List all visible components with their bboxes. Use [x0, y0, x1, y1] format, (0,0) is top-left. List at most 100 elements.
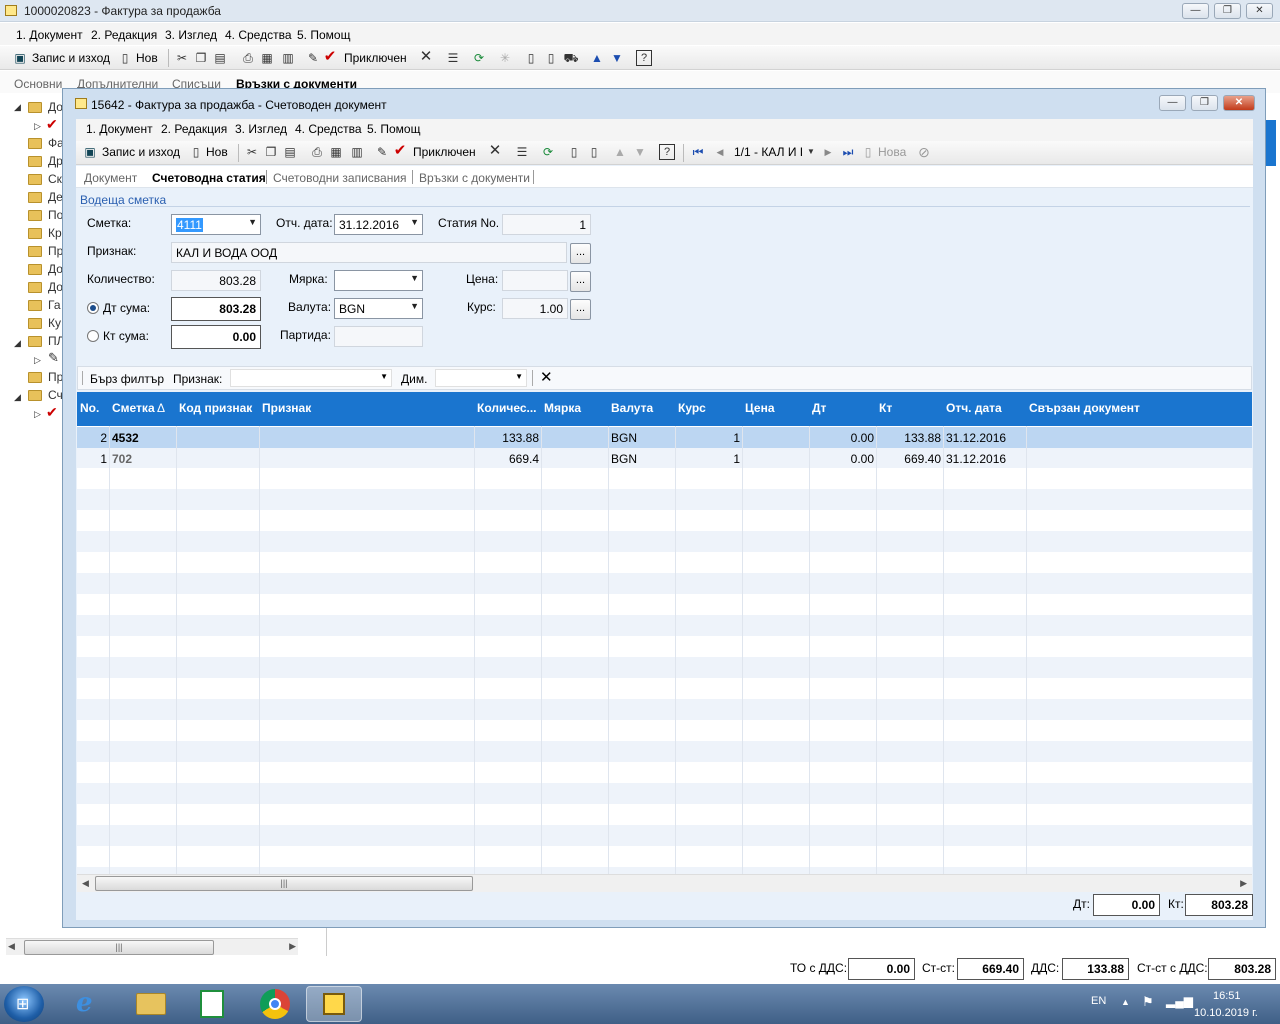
outer-vscroll-thumb[interactable]	[1266, 120, 1276, 166]
edit-icon[interactable]: ✎	[305, 50, 321, 66]
debit-field[interactable]: 803.28	[171, 297, 261, 321]
measure-combo[interactable]: ▼	[334, 270, 423, 291]
minimize-button[interactable]: —	[1182, 3, 1209, 19]
dlg-arrow-down-icon[interactable]: ▼	[632, 144, 648, 160]
tree-item[interactable]: Де	[48, 190, 63, 204]
prev-record-icon[interactable]: ◀	[712, 144, 728, 160]
dlg-menu-help[interactable]: 5. Помощ	[367, 122, 420, 136]
settings-icon[interactable]: ✳	[497, 50, 513, 66]
debit-radio[interactable]	[87, 302, 99, 314]
col-no[interactable]: No.	[80, 401, 99, 415]
dlg-copy-icon[interactable]: ❐	[263, 144, 279, 160]
page-icon[interactable]: ▯	[523, 50, 539, 66]
col-credit[interactable]: Кт	[879, 401, 892, 415]
tree-item[interactable]: До	[48, 280, 63, 294]
menu-help[interactable]: 5. Помощ	[297, 28, 350, 42]
dlg-refresh-icon[interactable]: ⟳	[540, 144, 556, 160]
account-combo[interactable]: 4111 ▼	[171, 214, 261, 235]
rate-lookup-button[interactable]: ...	[570, 299, 591, 320]
tree-item[interactable]: До	[48, 262, 63, 276]
dlg-cut-icon[interactable]: ✂	[244, 144, 260, 160]
record-navigator[interactable]: 1/1 - КАЛ И І	[734, 145, 803, 159]
tree-item[interactable]: Кр	[48, 226, 62, 240]
credit-radio[interactable]	[87, 330, 99, 342]
print-icon[interactable]: ⎙	[240, 50, 256, 66]
clock-time[interactable]: 16:51	[1213, 990, 1241, 1002]
cancel-icon[interactable]: ✕	[418, 49, 434, 65]
page2-icon[interactable]: ▯	[543, 50, 559, 66]
date-field[interactable]: 31.12.2016 ▼	[334, 214, 423, 235]
dlg-edit-icon[interactable]: ✎	[374, 144, 390, 160]
start-button[interactable]: ⊞	[4, 986, 44, 1022]
network-icon[interactable]: ▂▄▆	[1166, 994, 1193, 1008]
col-debit[interactable]: Дт	[812, 401, 826, 415]
col-currency[interactable]: Валута	[611, 401, 653, 415]
dlg-arrow-up-icon[interactable]: ▲	[612, 144, 628, 160]
col-measure[interactable]: Мярка	[544, 401, 581, 415]
tree-item[interactable]: До	[48, 100, 63, 114]
tree-item[interactable]: Др	[48, 154, 63, 168]
dlg-save-exit-button[interactable]: Запис и изход	[102, 145, 180, 159]
cart-icon[interactable]: ⛟	[563, 50, 579, 66]
qty-field[interactable]: 803.28	[171, 270, 261, 291]
nav-dropdown-icon[interactable]: ▼	[803, 144, 819, 160]
language-indicator[interactable]: EN	[1091, 995, 1106, 1007]
outer-new-button[interactable]: Нов	[136, 51, 158, 65]
ie-taskbar-button[interactable]: e	[62, 986, 118, 1022]
outer-save-exit-button[interactable]: Запис и изход	[32, 51, 110, 65]
explorer-taskbar-button[interactable]	[122, 986, 178, 1022]
feature-lookup-button[interactable]: ...	[570, 243, 591, 264]
spreadsheet-taskbar-button[interactable]	[184, 986, 240, 1022]
clear-filter-icon[interactable]: ✕	[540, 368, 553, 386]
tree-item[interactable]: Ку	[48, 316, 61, 330]
refresh-icon[interactable]: ⟳	[471, 50, 487, 66]
dlg-help-icon[interactable]: ?	[659, 144, 675, 160]
tab-accounting-entry[interactable]: Счетоводна статия	[152, 171, 266, 185]
chrome-taskbar-button[interactable]	[246, 986, 302, 1022]
arrow-down-icon[interactable]: ▼	[609, 50, 625, 66]
disable-icon[interactable]: ⊘	[916, 144, 932, 160]
dlg-menu-view[interactable]: 3. Изглед	[235, 122, 287, 136]
dialog-minimize-button[interactable]: —	[1159, 95, 1186, 111]
dlg-menu-document[interactable]: 1. Документ	[86, 122, 153, 136]
col-feature[interactable]: Признак	[262, 401, 311, 415]
outer-posted-button[interactable]: Приключен	[344, 51, 407, 65]
restore-button[interactable]: ❐	[1214, 3, 1241, 19]
menu-view[interactable]: 3. Изглед	[165, 28, 217, 42]
tab-main[interactable]: Основни	[14, 77, 62, 91]
col-qty[interactable]: Количес...	[477, 401, 537, 415]
tab-doc-links-dlg[interactable]: Връзки с документи	[419, 171, 530, 185]
dlg-export-icon[interactable]: ▥	[349, 144, 365, 160]
cut-icon[interactable]: ✂	[174, 50, 190, 66]
flag-icon[interactable]: ⚑	[1142, 994, 1154, 1010]
col-rate[interactable]: Курс	[678, 401, 706, 415]
first-record-icon[interactable]: ⏮	[690, 144, 706, 160]
col-date[interactable]: Отч. дата	[946, 401, 1002, 415]
col-feature-code[interactable]: Код признак	[179, 401, 252, 415]
dlg-page-icon[interactable]: ▯	[566, 144, 582, 160]
arrow-up-icon[interactable]: ▲	[589, 50, 605, 66]
dlg-cancel-icon[interactable]: ✕	[487, 143, 503, 159]
feature-field[interactable]: КАЛ И ВОДА ООД	[171, 242, 567, 263]
price-field[interactable]	[502, 270, 568, 291]
price-lookup-button[interactable]: ...	[570, 271, 591, 292]
dlg-menu-edit[interactable]: 2. Редакция	[161, 122, 227, 136]
col-account[interactable]: Сметка	[112, 401, 155, 415]
filter-feature-input[interactable]: ▼	[230, 369, 392, 387]
currency-combo[interactable]: BGN ▼	[334, 298, 423, 319]
dialog-restore-button[interactable]: ❐	[1191, 95, 1218, 111]
dialog-close-button[interactable]: ✕	[1223, 95, 1255, 111]
list-icon[interactable]: ☰	[445, 50, 461, 66]
credit-field[interactable]: 0.00	[171, 325, 261, 349]
menu-document[interactable]: 1. Документ	[16, 28, 83, 42]
dlg-print-icon[interactable]: ⎙	[309, 144, 325, 160]
dlg-list-icon[interactable]: ☰	[514, 144, 530, 160]
preview-icon[interactable]: ▦	[259, 50, 275, 66]
new-record-button[interactable]: Нова	[878, 145, 906, 159]
menu-tools[interactable]: 4. Средства	[225, 28, 292, 42]
tree-item[interactable]: Сч	[48, 388, 63, 402]
paste-icon[interactable]: ▤	[212, 50, 228, 66]
tree-hscroll[interactable]: ◀ ||| ▶	[6, 938, 298, 955]
dlg-new-button[interactable]: Нов	[206, 145, 228, 159]
last-record-icon[interactable]: ⏭	[840, 144, 856, 160]
